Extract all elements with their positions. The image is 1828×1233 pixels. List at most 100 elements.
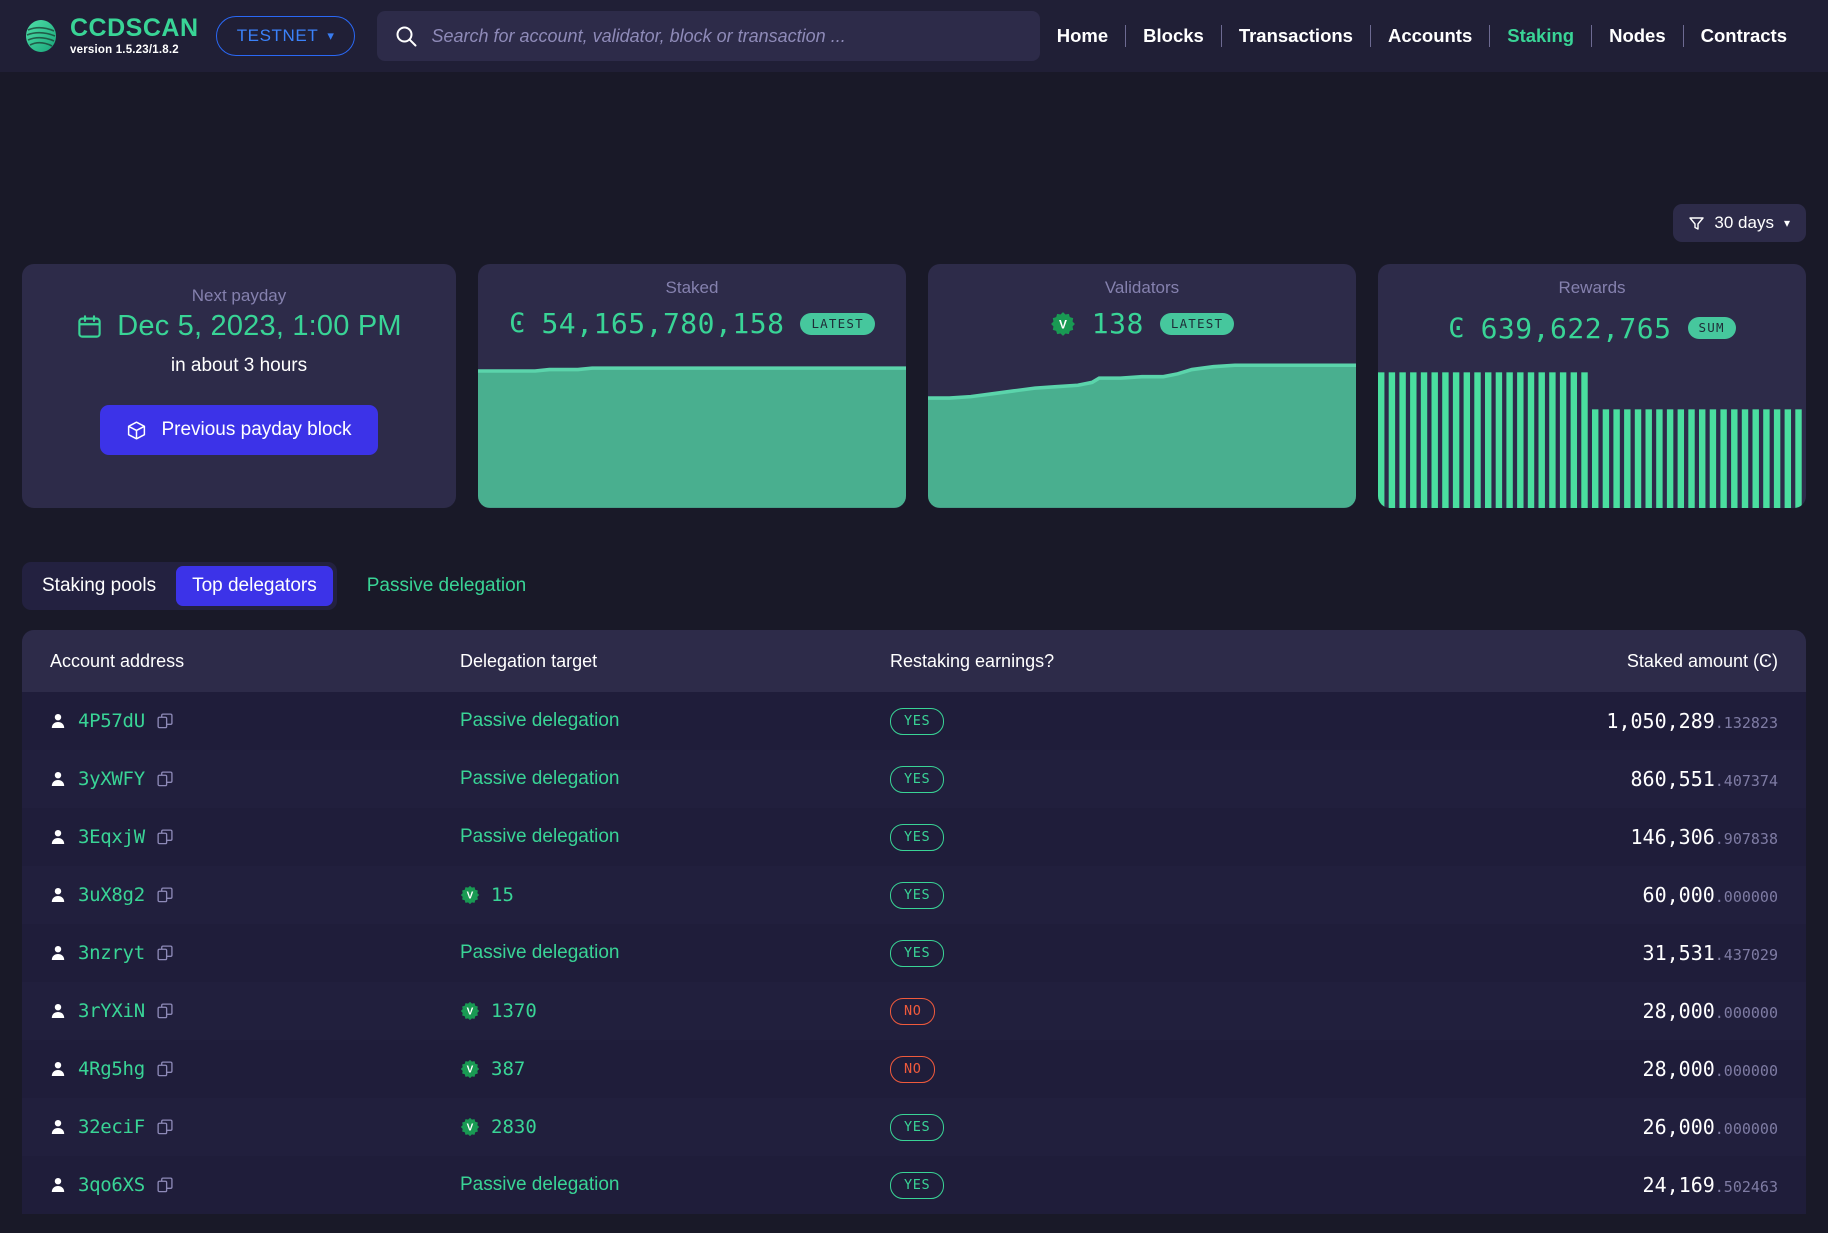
- rewards-bar-chart: [1378, 360, 1806, 508]
- staking-tabs: Staking pools Top delegators Passive del…: [22, 562, 1806, 610]
- account-address-link[interactable]: 4P57dU: [78, 710, 145, 732]
- page-content: 30 days ▾ Next payday Dec 5, 2023, 1:00 …: [0, 72, 1828, 1214]
- tab-staking-pools[interactable]: Staking pools: [26, 566, 172, 606]
- time-range-filter-button[interactable]: 30 days ▾: [1673, 204, 1806, 242]
- staked-value: 54,165,780,158: [541, 307, 785, 341]
- restaking-earnings-cell: YES: [890, 823, 1448, 851]
- copy-icon[interactable]: [157, 712, 174, 730]
- person-icon: [51, 888, 65, 902]
- delegation-target-validator-id[interactable]: 15: [491, 884, 514, 906]
- account-address-cell: 3rYXiN: [50, 1000, 460, 1022]
- delegation-target-validator-id[interactable]: 387: [491, 1058, 525, 1080]
- nav-item-home[interactable]: Home: [1040, 25, 1125, 47]
- filter-label: 30 days: [1714, 213, 1774, 232]
- delegation-target-validator-id[interactable]: 1370: [491, 1000, 537, 1022]
- table-row[interactable]: 3qo6XS Passive delegation YES 24,169.502463: [22, 1156, 1806, 1214]
- tabs-group: Staking pools Top delegators: [22, 562, 337, 610]
- table-row[interactable]: 3EqxjW Passive delegation YES 146,306.90783…: [22, 808, 1806, 866]
- delegation-target-cell: Passive delegation: [460, 826, 890, 848]
- staked-amount-integer: 26,000: [1642, 1115, 1715, 1139]
- status-badge: YES: [890, 881, 945, 909]
- staked-amount-cell: 28,000.000000: [1448, 999, 1778, 1023]
- rewards-label: Rewards: [1558, 278, 1626, 297]
- copy-icon[interactable]: [157, 1118, 174, 1136]
- nav-item-transactions[interactable]: Transactions: [1222, 25, 1370, 47]
- network-selector-button[interactable]: TESTNET ▾: [215, 16, 356, 56]
- copy-icon[interactable]: [157, 886, 174, 904]
- previous-payday-block-button[interactable]: Previous payday block: [100, 405, 378, 455]
- account-address-link[interactable]: 3EqxjW: [78, 826, 145, 848]
- copy-icon[interactable]: [157, 1002, 174, 1020]
- person-icon: [51, 946, 65, 960]
- account-address-cell: 3EqxjW: [50, 826, 460, 848]
- restaking-earnings-cell: YES: [890, 939, 1448, 967]
- next-payday-date-row: Dec 5, 2023, 1:00 PM: [76, 310, 402, 343]
- nav-item-nodes[interactable]: Nodes: [1592, 25, 1683, 47]
- person-icon: [51, 714, 65, 728]
- validators-card: Validators V 138 LATEST: [928, 264, 1356, 508]
- table-row[interactable]: 32eciF V 2830 YES 26,000.000000: [22, 1098, 1806, 1156]
- staked-value-row: Ͼ 54,165,780,158 LATEST: [478, 306, 906, 341]
- nav-item-contracts[interactable]: Contracts: [1684, 25, 1804, 47]
- person-icon: [51, 1120, 65, 1134]
- account-address-link[interactable]: 3uX8g2: [78, 884, 145, 906]
- account-address-link[interactable]: 3rYXiN: [78, 1000, 145, 1022]
- account-address-link[interactable]: 32eciF: [78, 1116, 145, 1138]
- column-header-staked-amount: Staked amount (Ͼ): [1626, 650, 1778, 671]
- table-row[interactable]: 3nzryt Passive delegation YES 31,531.437029: [22, 924, 1806, 982]
- copy-icon[interactable]: [157, 770, 174, 788]
- account-address-link[interactable]: 4Rg5hg: [78, 1058, 145, 1080]
- account-address-cell: 3uX8g2: [50, 884, 460, 906]
- staked-amount-decimal: .437029: [1714, 946, 1778, 964]
- nav-item-blocks[interactable]: Blocks: [1126, 25, 1221, 47]
- staked-amount-cell: 1,050,289.132823: [1448, 709, 1778, 733]
- account-address-cell: 3nzryt: [50, 942, 460, 964]
- account-address-link[interactable]: 3qo6XS: [78, 1174, 145, 1196]
- copy-icon[interactable]: [157, 828, 174, 846]
- nav-item-staking[interactable]: Staking: [1490, 25, 1591, 47]
- account-address-link[interactable]: 3yXWFY: [78, 768, 145, 790]
- column-header-delegation-target: Delegation target: [460, 650, 598, 671]
- brand[interactable]: CCDSCAN version 1.5.23/1.8.2: [24, 15, 198, 57]
- delegation-target-cell: V 387: [460, 1058, 890, 1080]
- search-bar[interactable]: [377, 11, 1040, 61]
- delegation-target-link[interactable]: Passive delegation: [460, 768, 620, 790]
- person-icon: [51, 1178, 65, 1192]
- copy-icon[interactable]: [157, 1060, 174, 1078]
- person-icon: [51, 1004, 65, 1018]
- account-address-cell: 32eciF: [50, 1116, 460, 1138]
- delegation-target-link[interactable]: Passive delegation: [460, 1174, 620, 1196]
- copy-icon[interactable]: [157, 944, 174, 962]
- validators-area-chart: [928, 351, 1356, 508]
- delegation-target-link[interactable]: Passive delegation: [460, 826, 620, 848]
- staked-amount-integer: 60,000: [1642, 883, 1715, 907]
- search-input[interactable]: [431, 25, 1022, 47]
- validator-badge-icon: V: [460, 1117, 480, 1137]
- account-address-link[interactable]: 3nzryt: [78, 942, 145, 964]
- table-header-row: Account address Delegation target Restak…: [22, 630, 1806, 692]
- svg-text:V: V: [467, 891, 474, 902]
- delegation-target-link[interactable]: Passive delegation: [460, 942, 620, 964]
- copy-icon[interactable]: [157, 1176, 174, 1194]
- staked-amount-decimal: .000000: [1714, 888, 1778, 906]
- nav-item-accounts[interactable]: Accounts: [1371, 25, 1489, 47]
- staked-card: Staked Ͼ 54,165,780,158 LATEST: [478, 264, 906, 508]
- table-row[interactable]: 3rYXiN V 1370 NO 28,000.000000: [22, 982, 1806, 1040]
- table-row[interactable]: 4Rg5hg V 387 NO 28,000.000000: [22, 1040, 1806, 1098]
- delegation-target-cell: Passive delegation: [460, 1174, 890, 1196]
- staked-badge: LATEST: [800, 312, 875, 335]
- table-row[interactable]: 4P57dU Passive delegation YES 1,050,289.132…: [22, 692, 1806, 750]
- tab-passive-delegation[interactable]: Passive delegation: [349, 566, 545, 606]
- tab-top-delegators[interactable]: Top delegators: [176, 566, 333, 606]
- rewards-card: Rewards Ͼ 639,622,765 SUM: [1378, 264, 1806, 508]
- delegation-target-validator-id[interactable]: 2830: [491, 1116, 537, 1138]
- chevron-down-icon: ▾: [327, 28, 335, 43]
- table-row[interactable]: 3yXWFY Passive delegation YES 860,551.40737…: [22, 750, 1806, 808]
- restaking-earnings-cell: YES: [890, 881, 1448, 909]
- staked-label: Staked: [665, 278, 719, 297]
- staked-amount-decimal: .000000: [1714, 1120, 1778, 1138]
- svg-text:V: V: [1059, 317, 1067, 331]
- table-row[interactable]: 3uX8g2 V 15 YES 60,000.000000: [22, 866, 1806, 924]
- delegation-target-link[interactable]: Passive delegation: [460, 710, 620, 732]
- app-header: CCDSCAN version 1.5.23/1.8.2 TESTNET ▾ H…: [0, 0, 1828, 72]
